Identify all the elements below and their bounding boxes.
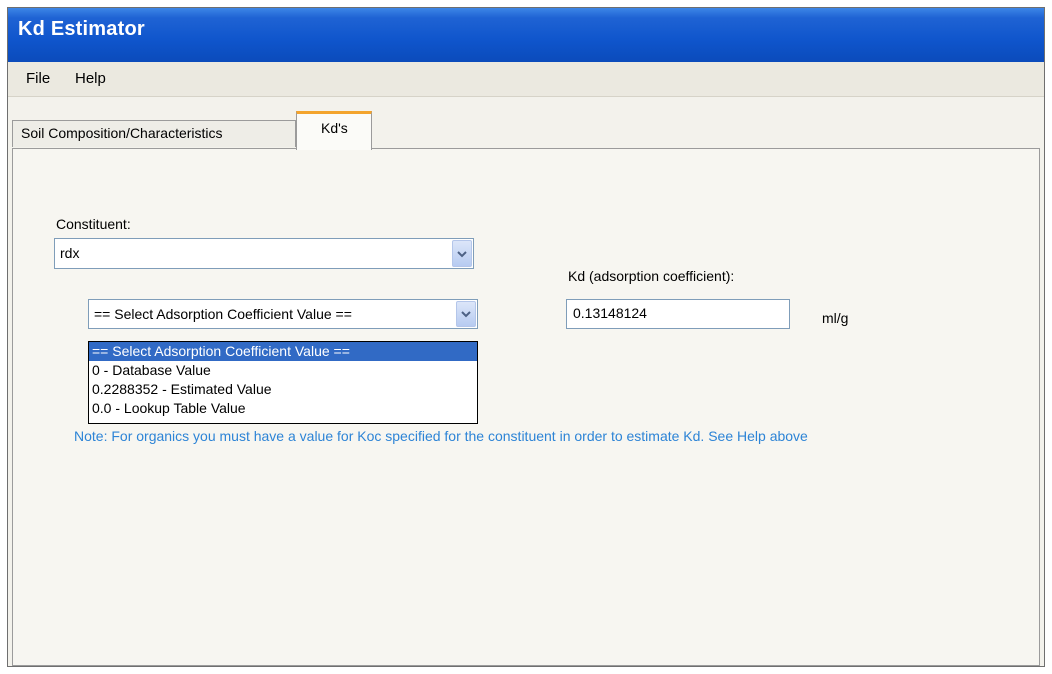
window-title: Kd Estimator — [18, 18, 145, 40]
menu-bar: File Help — [8, 62, 1044, 97]
adsorption-coefficient-combobox[interactable]: == Select Adsorption Coefficient Value =… — [88, 299, 478, 329]
tab-soil-composition-label: Soil Composition/Characteristics — [21, 125, 223, 141]
dropdown-option-database-value[interactable]: 0 - Database Value — [89, 361, 477, 380]
adsorption-coefficient-dropdown-list: == Select Adsorption Coefficient Value =… — [88, 341, 478, 424]
constituent-combobox[interactable]: rdx — [54, 238, 474, 269]
menu-file[interactable]: File — [26, 70, 50, 87]
dropdown-option-select-prompt[interactable]: == Select Adsorption Coefficient Value =… — [89, 342, 477, 361]
dropdown-option-lookup-table-value[interactable]: 0.0 - Lookup Table Value — [89, 399, 477, 418]
dropdown-option-estimated-value[interactable]: 0.2288352 - Estimated Value — [89, 380, 477, 399]
chevron-down-icon — [457, 250, 467, 257]
title-bar[interactable]: Kd Estimator — [8, 8, 1044, 62]
tab-kds[interactable]: Kd's — [296, 111, 372, 150]
constituent-dropdown-button[interactable] — [452, 240, 472, 267]
adsorption-coefficient-selected-value: == Select Adsorption Coefficient Value =… — [94, 306, 352, 322]
tab-kds-label: Kd's — [321, 120, 348, 136]
app-window: Kd Estimator File Help Soil Composition/… — [7, 7, 1045, 667]
adsorption-coefficient-dropdown-button[interactable] — [456, 301, 476, 327]
kd-value: 0.13148124 — [573, 305, 647, 321]
kd-unit-label: ml/g — [822, 310, 849, 326]
tab-strip: Soil Composition/Characteristics Kd's — [8, 97, 1044, 150]
koc-help-note: Note: For organics you must have a value… — [74, 428, 808, 444]
menu-help[interactable]: Help — [75, 70, 106, 87]
kd-label: Kd (adsorption coefficient): — [568, 268, 735, 284]
constituent-label: Constituent: — [56, 216, 131, 232]
constituent-value: rdx — [60, 245, 80, 261]
chevron-down-icon — [461, 311, 471, 318]
tab-soil-composition[interactable]: Soil Composition/Characteristics — [12, 120, 296, 147]
kd-value-field[interactable]: 0.13148124 — [566, 299, 790, 329]
